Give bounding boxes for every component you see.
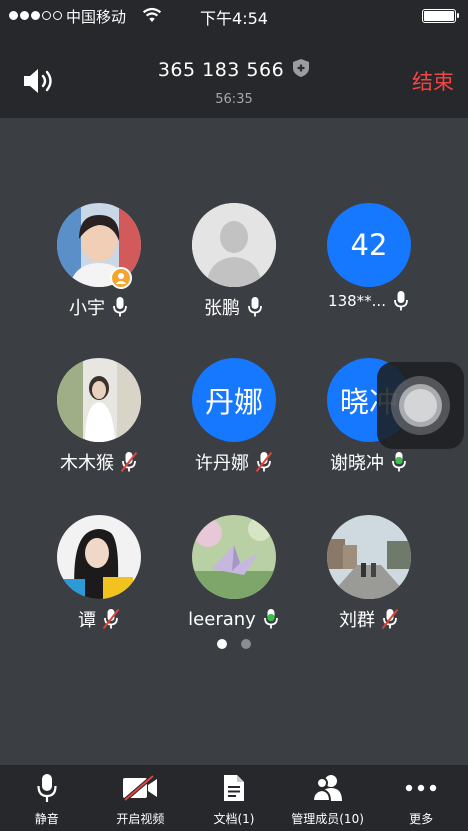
end-meeting-button[interactable]: 结束 xyxy=(412,66,454,96)
manage-members-button[interactable]: 管理成员(10) xyxy=(281,765,375,831)
clock: 下午4:54 xyxy=(200,9,268,28)
meeting-duration: 56:35 xyxy=(215,92,253,107)
avatar xyxy=(327,515,411,599)
battery-icon xyxy=(422,9,459,23)
participant-name: 谭 xyxy=(78,610,96,631)
participant-name: 刘群 xyxy=(339,610,375,631)
avatar xyxy=(192,203,276,287)
participant-tile[interactable]: 丹娜 许丹娜 xyxy=(159,358,309,474)
microphone-icon xyxy=(113,297,127,317)
microphone-muted-icon xyxy=(102,608,120,630)
microphone-icon xyxy=(37,774,57,802)
start-video-button[interactable]: 开启视频 xyxy=(94,765,188,831)
page-dot-2[interactable] xyxy=(241,639,251,649)
members-icon xyxy=(311,775,342,802)
manage-members-label: 管理成员(10) xyxy=(291,812,364,826)
avatar: 丹娜 xyxy=(192,358,276,442)
documents-button[interactable]: 文档(1) xyxy=(187,765,281,831)
shield-plus-icon xyxy=(293,59,310,77)
avatar xyxy=(57,358,141,442)
participant-tile[interactable]: 小宇 xyxy=(24,203,174,319)
start-video-label: 开启视频 xyxy=(116,812,165,826)
microphone-icon xyxy=(248,297,262,317)
meeting-id-text: 365 183 566 xyxy=(157,59,285,81)
more-dots-icon xyxy=(405,784,437,792)
assistive-touch-button[interactable] xyxy=(377,362,464,449)
participant-tile[interactable]: 木木猴 xyxy=(24,358,174,474)
microphone-icon xyxy=(394,291,408,311)
participant-tile[interactable]: 刘群 xyxy=(294,515,444,631)
avatar xyxy=(192,515,276,599)
meeting-id[interactable]: 365 183 566 xyxy=(0,58,468,81)
more-label: 更多 xyxy=(409,812,434,826)
bottom-toolbar: 静音 开启视频 文档(1) 管理成员(10) 更多 xyxy=(0,765,468,831)
mute-button[interactable]: 静音 xyxy=(0,765,94,831)
participant-name: 小宇 xyxy=(69,298,105,319)
participant-tile[interactable]: 张鹏 xyxy=(159,203,309,319)
participant-name: 许丹娜 xyxy=(195,453,249,474)
microphone-active-icon xyxy=(263,609,278,629)
host-badge-icon xyxy=(110,267,132,289)
video-off-icon xyxy=(123,775,158,801)
avatar xyxy=(57,515,141,599)
mute-label: 静音 xyxy=(34,812,59,826)
participant-name: 谢晓冲 xyxy=(330,453,384,474)
participant-name: 张鹏 xyxy=(204,298,240,319)
avatar: 42 xyxy=(327,203,411,287)
participant-tile[interactable]: 谭 xyxy=(24,515,174,631)
document-icon xyxy=(223,775,244,801)
participant-tile[interactable]: leerany xyxy=(159,515,309,631)
status-bar: 中国移动 下午4:54 xyxy=(0,0,468,30)
participant-tile[interactable]: 42 138**... xyxy=(294,203,444,313)
participant-name: leerany xyxy=(188,608,256,630)
documents-label: 文档(1) xyxy=(213,812,255,826)
microphone-active-icon xyxy=(392,452,406,472)
microphone-muted-icon xyxy=(255,451,273,473)
participant-name: 木木猴 xyxy=(60,453,114,474)
microphone-muted-icon xyxy=(120,451,138,473)
meeting-header: 365 183 566 56:35 结束 xyxy=(0,30,468,118)
page-dot-1[interactable] xyxy=(217,639,227,649)
more-button[interactable]: 更多 xyxy=(374,765,468,831)
page-indicator[interactable] xyxy=(0,639,468,649)
participant-name: 138**... xyxy=(328,292,386,310)
microphone-muted-icon xyxy=(381,608,399,630)
